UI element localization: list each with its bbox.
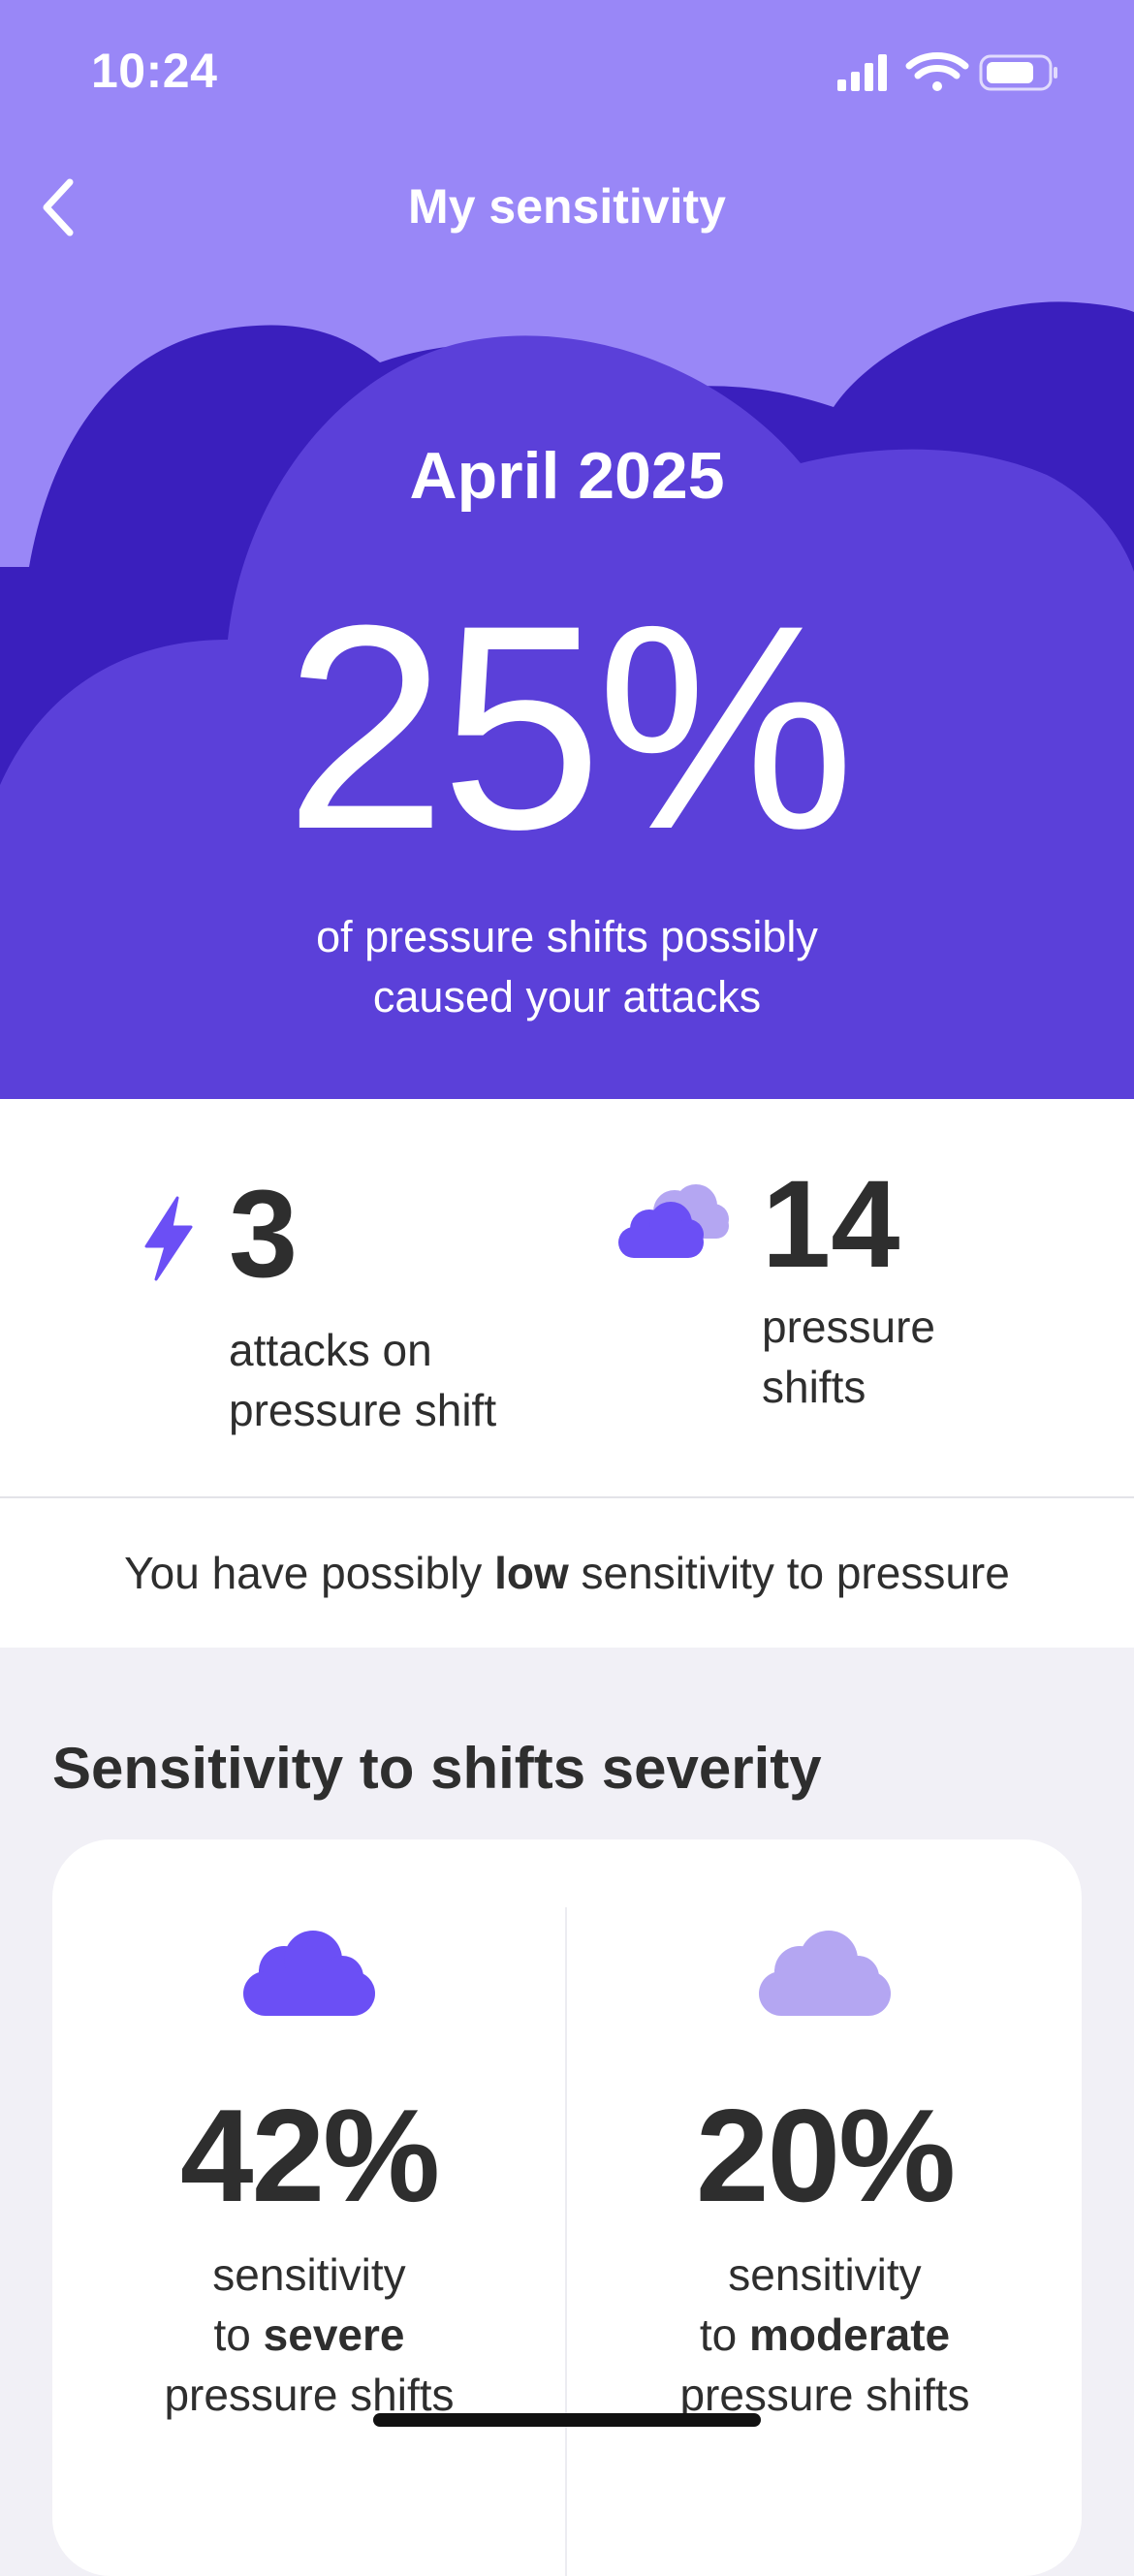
month-label: April 2025 bbox=[409, 439, 725, 513]
moderate-cloud-icon bbox=[759, 1931, 891, 2016]
pressure-attack-percent: 25% bbox=[284, 564, 855, 890]
severity-item-severe: 42% sensitivity to severe pressure shift… bbox=[52, 1839, 566, 2576]
shifts-count: 14 bbox=[762, 1155, 900, 1294]
attacks-label-line1: attacks on bbox=[229, 1325, 432, 1375]
page-title: My sensitivity bbox=[408, 179, 726, 234]
moderate-line2-prefix: to bbox=[699, 2309, 738, 2360]
moderate-line2-bold: moderate bbox=[749, 2309, 951, 2360]
severity-section-title: Sensitivity to shifts severity bbox=[52, 1736, 822, 1801]
battery-icon bbox=[979, 54, 1057, 91]
hero-caption: of pressure shifts possibly caused your … bbox=[194, 907, 940, 1027]
wifi-icon bbox=[905, 52, 969, 91]
cloud-icon bbox=[618, 1184, 729, 1258]
signal-icon bbox=[837, 54, 887, 91]
status-icons bbox=[837, 52, 1057, 91]
severe-percent: 42% bbox=[179, 2082, 440, 2229]
severe-cloud-icon bbox=[243, 1931, 375, 2016]
shifts-label-line1: pressure bbox=[762, 1302, 935, 1352]
severity-item-moderate: 20% sensitivity to moderate pressure shi… bbox=[568, 1839, 1082, 2576]
severity-card: 42% sensitivity to severe pressure shift… bbox=[52, 1839, 1082, 2576]
severe-line2-prefix: to bbox=[213, 2309, 251, 2360]
attacks-label-line2: pressure shift bbox=[229, 1385, 497, 1435]
hero-caption-line2: caused your attacks bbox=[372, 972, 762, 1021]
severe-description: sensitivity to severe pressure shifts bbox=[52, 2245, 566, 2425]
summary-suffix: sensitivity to pressure bbox=[581, 1548, 1010, 1598]
moderate-description: sensitivity to moderate pressure shifts bbox=[568, 2245, 1082, 2425]
shifts-label-line2: shifts bbox=[762, 1362, 866, 1412]
moderate-line2: to moderate bbox=[568, 2305, 1082, 2365]
nav-bar: My sensitivity bbox=[0, 165, 1134, 248]
shifts-label: pressure shifts bbox=[762, 1297, 935, 1417]
stats-panel: 3 attacks on pressure shift 14 pressure … bbox=[0, 1099, 1134, 1496]
severe-line2: to severe bbox=[52, 2305, 566, 2365]
summary-prefix: You have possibly bbox=[124, 1548, 483, 1598]
severe-line1: sensitivity bbox=[212, 2249, 406, 2300]
severe-line2-bold: severe bbox=[263, 2309, 405, 2360]
sensitivity-summary: You have possibly low sensitivity to pre… bbox=[0, 1498, 1134, 1648]
hero-banner: 10:24 My sensitivity April 2025 25% of p… bbox=[0, 0, 1134, 1099]
lightning-icon bbox=[144, 1196, 193, 1281]
status-bar: 10:24 bbox=[0, 0, 1134, 145]
attacks-count: 3 bbox=[229, 1165, 299, 1304]
status-time: 10:24 bbox=[91, 44, 218, 98]
attacks-label: attacks on pressure shift bbox=[229, 1320, 496, 1440]
moderate-percent: 20% bbox=[695, 2082, 956, 2229]
summary-level: low bbox=[494, 1548, 569, 1598]
moderate-line1: sensitivity bbox=[728, 2249, 922, 2300]
hero-caption-line1: of pressure shifts possibly bbox=[316, 912, 818, 961]
home-indicator[interactable] bbox=[373, 2413, 761, 2427]
